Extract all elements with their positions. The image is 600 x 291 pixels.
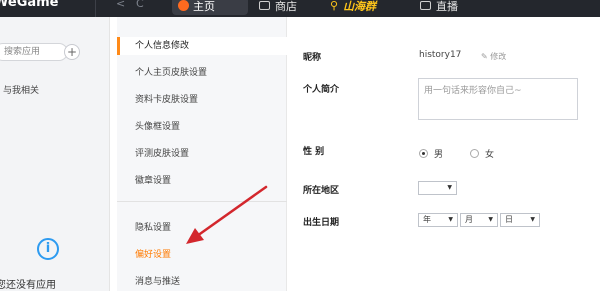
nickname-value: history17	[419, 50, 462, 60]
add-app-button[interactable]: +	[64, 44, 80, 60]
bio-textarea[interactable]: 用一句话来形容你自己~	[418, 78, 578, 120]
empty-state-text: 您还没有应用	[0, 280, 56, 291]
menu-item-avatar-frame[interactable]: 头像框设置	[117, 118, 287, 136]
chevron-down-icon: ▼	[530, 216, 535, 223]
chevron-down-icon: ▼	[488, 216, 493, 223]
radio-checked-icon	[419, 149, 428, 158]
gender-female-radio[interactable]: 女	[470, 147, 494, 160]
play-icon	[420, 1, 431, 10]
edit-label: 修改	[490, 52, 507, 61]
gender-male-radio[interactable]: 男	[419, 147, 443, 160]
menu-item-review-skin[interactable]: 评测皮肤设置	[117, 145, 287, 163]
app-logo: WeGame	[0, 0, 59, 10]
birth-month-select[interactable]: 月 ▼	[460, 213, 498, 227]
refresh-button[interactable]: C	[136, 0, 144, 10]
menu-item-privacy[interactable]: 隐私设置	[117, 219, 287, 237]
birth-month-value: 月	[465, 215, 473, 224]
chevron-down-icon: ▼	[447, 184, 452, 191]
menu-item-card-skin[interactable]: 资料卡皮肤设置	[117, 91, 287, 109]
region-label: 所在地区	[303, 186, 340, 196]
menu-item-homepage-skin[interactable]: 个人主页皮肤设置	[117, 64, 287, 82]
tab-shanhai-label: 山海群	[343, 0, 377, 13]
chevron-down-icon: ▼	[448, 216, 453, 223]
birthday-label: 出生日期	[303, 218, 340, 228]
sidebar-item-related[interactable]: 与我相关	[3, 83, 39, 96]
profile-form: 昵称 history17 ✎ 修改 个人简介 用一句话来形容你自己~ 性 别 男…	[288, 17, 600, 291]
tab-shanhai[interactable]: ⚲ 山海群	[330, 0, 376, 15]
topbar-divider	[95, 0, 96, 17]
pencil-icon: ✎	[481, 52, 488, 61]
info-icon: i	[37, 238, 59, 260]
top-bar: WeGame < C 主页 商店 ⚲ 山海群 直播	[0, 0, 600, 17]
region-select[interactable]: ▼	[418, 181, 457, 195]
app-sidebar: 搜索应用 + 与我相关 i 您还没有应用	[0, 17, 110, 291]
search-input[interactable]: 搜索应用	[0, 43, 68, 61]
radio-unchecked-icon	[470, 149, 479, 158]
menu-divider	[117, 201, 287, 202]
tab-home-label: 主页	[193, 0, 215, 13]
menu-item-preferences[interactable]: 偏好设置	[117, 246, 287, 264]
birth-day-select[interactable]: 日 ▼	[500, 213, 540, 227]
tab-live-label: 直播	[436, 0, 458, 13]
nickname-label: 昵称	[303, 53, 322, 63]
tab-home[interactable]: 主页	[172, 0, 248, 15]
shanhai-icon: ⚲	[330, 0, 339, 12]
home-icon	[178, 0, 189, 11]
tab-live[interactable]: 直播	[420, 0, 458, 15]
menu-item-messages[interactable]: 消息与推送	[117, 273, 287, 291]
tab-store[interactable]: 商店	[259, 0, 297, 15]
birth-year-select[interactable]: 年 ▼	[418, 213, 458, 227]
store-icon	[259, 1, 270, 10]
edit-nickname-button[interactable]: ✎ 修改	[481, 51, 506, 62]
menu-item-profile-edit[interactable]: 个人信息修改	[117, 37, 287, 55]
gender-male-label: 男	[434, 150, 444, 160]
bio-label: 个人简介	[303, 85, 340, 95]
settings-menu: 个人信息修改 个人主页皮肤设置 资料卡皮肤设置 头像框设置 评测皮肤设置 徽章设…	[117, 17, 287, 291]
gender-female-label: 女	[485, 150, 495, 160]
birth-day-value: 日	[505, 215, 513, 224]
birth-year-value: 年	[423, 215, 431, 224]
gender-label: 性 别	[303, 147, 325, 157]
tab-store-label: 商店	[275, 0, 297, 13]
menu-item-badge[interactable]: 徽章设置	[117, 172, 287, 190]
back-button[interactable]: <	[116, 0, 125, 10]
